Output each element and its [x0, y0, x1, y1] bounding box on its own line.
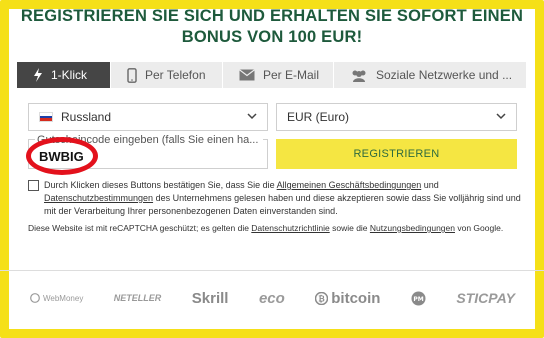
svg-text:₿: ₿: [319, 294, 326, 303]
envelope-icon: [239, 69, 255, 81]
title-line-1: REGISTRIEREN SIE SICH UND ERHALTEN SIE S…: [20, 7, 524, 25]
consent-text: Durch Klicken dieses Buttons bestätigen …: [44, 179, 522, 218]
sticpay-logo: STICPAY: [456, 290, 515, 306]
modal-title: REGISTRIEREN SIE SICH UND ERHALTEN SIE S…: [12, 6, 532, 48]
eco-logo: eco: [259, 290, 285, 307]
currency-select[interactable]: EUR (Euro): [276, 103, 517, 131]
skrill-label: Skrill: [191, 289, 229, 307]
sticpay-label: STICPAY: [456, 290, 515, 306]
captcha-text-start: Diese Website ist mit reCAPTCHA geschütz…: [28, 223, 252, 233]
consent-checkbox[interactable]: [28, 180, 39, 191]
neteller-logo: NETELLER: [114, 293, 162, 303]
google-terms-link[interactable]: Nutzungsbedingungen: [370, 223, 455, 233]
country-select[interactable]: Russland: [28, 103, 268, 131]
consent-text-start: Durch Klicken dieses Buttons bestätigen …: [44, 180, 277, 190]
tab-one-click[interactable]: 1-Klick: [17, 62, 111, 88]
webmoney-logo: WebMoney: [30, 293, 83, 303]
captcha-text-end: von Google.: [454, 223, 504, 233]
recaptcha-notice: Diese Website ist mit reCAPTCHA geschütz…: [28, 222, 528, 234]
currency-value: EUR (Euro): [287, 110, 350, 124]
webmoney-label: WebMoney: [43, 293, 84, 303]
highlight-circle: [26, 137, 98, 175]
consent-text-and: und: [421, 180, 439, 190]
tab-label: Per Telefon: [145, 68, 206, 82]
country-value: Russland: [61, 110, 112, 124]
lightning-icon: [34, 68, 42, 82]
privacy-link[interactable]: Datenschutzbestimmungen: [44, 193, 153, 203]
eco-label: eco: [258, 289, 285, 307]
tab-phone[interactable]: Per Telefon: [111, 62, 223, 88]
users-icon: [352, 70, 366, 82]
tab-label: Per E-Mail: [263, 68, 320, 82]
tab-social[interactable]: Soziale Netzwerke und ...: [334, 62, 527, 88]
perfect-money-label: PM: [413, 296, 423, 303]
terms-link[interactable]: Allgemeinen Geschäftsbedingungen: [277, 180, 422, 190]
register-button[interactable]: REGISTRIEREN: [276, 139, 517, 169]
perfect-money-logo: PM: [411, 291, 426, 306]
bitcoin-label: bitcoin: [331, 289, 381, 307]
chevron-down-icon: [496, 113, 506, 120]
neteller-label: NETELLER: [113, 293, 162, 303]
bitcoin-icon: ₿: [315, 291, 329, 305]
skrill-logo: Skrill: [192, 290, 229, 307]
payment-methods: WebMoney NETELLER Skrill eco ₿ bitcoin P…: [30, 285, 515, 311]
captcha-text-mid: sowie die: [329, 223, 370, 233]
title-line-2: BONUS VON 100 EUR!: [181, 28, 363, 46]
tab-label: Soziale Netzwerke und ...: [376, 68, 513, 82]
webmoney-globe-icon: [30, 293, 40, 303]
perfect-money-icon: PM: [411, 291, 426, 305]
chevron-down-icon: [247, 113, 257, 120]
registration-tabs: 1-Klick Per Telefon Per E-Mail Soziale N…: [17, 62, 527, 88]
bitcoin-logo: ₿ bitcoin: [315, 290, 380, 307]
divider: [0, 270, 544, 271]
russia-flag-icon: [39, 112, 53, 122]
phone-icon: [127, 67, 137, 83]
tab-email[interactable]: Per E-Mail: [223, 62, 334, 88]
tab-label: 1-Klick: [51, 68, 88, 82]
google-privacy-link[interactable]: Datenschutzrichtlinie: [251, 223, 329, 233]
